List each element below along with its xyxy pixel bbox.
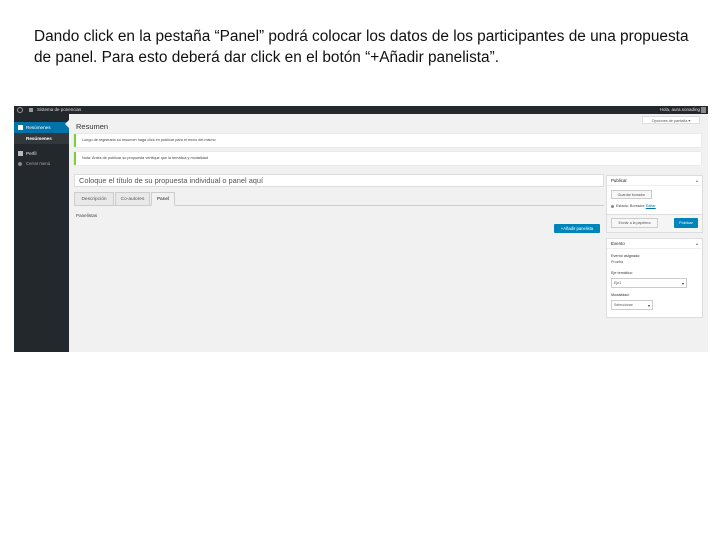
event-box-title: Evento [611, 241, 625, 246]
sidebar-item-label: Resúmenes [26, 125, 51, 130]
chevron-up-icon[interactable]: ▴ [696, 176, 698, 185]
collapse-menu-button[interactable]: Cerrar menú [14, 159, 69, 169]
sidebar-subitem-resumenes[interactable]: Resúmenes [14, 133, 69, 144]
save-draft-button[interactable]: Guardar borrador [611, 190, 652, 199]
event-box-header[interactable]: Evento ▴ [607, 239, 702, 249]
avatar[interactable] [701, 107, 706, 113]
home-icon[interactable] [29, 108, 33, 112]
collapse-icon [18, 162, 22, 166]
screen-options-button[interactable]: Opciones de pantalla ▾ [642, 116, 700, 124]
modality-label: Modalidad: [611, 293, 630, 297]
instruction-caption: Dando click en la pestaña “Panel” podrá … [34, 28, 689, 66]
sidebar-item-resumenes[interactable]: Resúmenes [14, 122, 69, 133]
modality-select[interactable]: Seleccionar ▾ [611, 300, 653, 310]
sidebar-item-label: Cerrar menú [26, 161, 51, 166]
admin-bar: Sistema de ponencias Hola, aura.sonading [14, 106, 708, 114]
tab-panel[interactable]: Panel [151, 192, 175, 206]
publish-box-header[interactable]: Publicar ▴ [607, 176, 702, 186]
theme-label: Eje temático: [611, 271, 633, 275]
publish-button[interactable]: Publicar [674, 218, 698, 228]
active-menu-arrow [65, 120, 69, 128]
edit-status-link[interactable]: Editar [646, 204, 656, 208]
tab-descripcion[interactable]: Descripción [74, 192, 114, 206]
user-icon [18, 151, 23, 156]
add-panelist-button[interactable]: +Añadir panelista [554, 224, 600, 233]
notice-message: Luego de registrado su resumen haga clic… [74, 134, 701, 147]
site-name-link[interactable]: Sistema de ponencias [37, 106, 81, 114]
modality-selected-value: Seleccionar [614, 303, 633, 307]
chevron-down-icon: ▾ [681, 281, 684, 286]
status-label: Estado: Borrador [616, 204, 645, 208]
publish-box: Publicar ▴ Guardar borrador Estado: Borr… [606, 175, 703, 233]
proposal-title-input[interactable]: Coloque el título de su propuesta indivi… [74, 174, 604, 187]
theme-selected-value: Eje1 [614, 281, 622, 285]
pin-icon [611, 204, 614, 208]
notice-message: Nota: Antes de publicar su propuesta ver… [74, 152, 701, 165]
event-box: Evento ▴ Evento asignado: Prueba Eje tem… [606, 238, 703, 318]
sidebar-item-label: Perfil [26, 151, 37, 156]
event-assigned-label: Evento asignado: [611, 254, 641, 258]
user-greeting[interactable]: Hola, aura.sonading [660, 106, 700, 114]
sidebar-item-label: Resúmenes [26, 136, 52, 141]
chevron-down-icon: ▾ [647, 303, 650, 308]
chevron-up-icon[interactable]: ▴ [696, 239, 698, 248]
post-status: Estado: Borrador Editar [611, 204, 656, 208]
wordpress-logo-icon[interactable] [17, 107, 23, 113]
theme-select[interactable]: Eje1 ▾ [611, 278, 687, 288]
move-to-trash-button[interactable]: Enviar a la papelera [611, 218, 658, 228]
panelists-label: Panelistas [76, 213, 98, 218]
wordpress-screenshot: Sistema de ponencias Hola, aura.sonading… [14, 106, 708, 352]
sidebar-item-perfil[interactable]: Perfil [14, 148, 69, 159]
document-icon [18, 125, 23, 130]
publish-box-title: Publicar [611, 178, 627, 183]
tab-coautores[interactable]: Co-autores [115, 192, 150, 206]
page-title: Resumen [76, 122, 109, 131]
admin-sidebar: Resúmenes Resúmenes Perfil Cerrar menú [14, 114, 69, 352]
event-assigned-value: Prueba [611, 260, 624, 264]
